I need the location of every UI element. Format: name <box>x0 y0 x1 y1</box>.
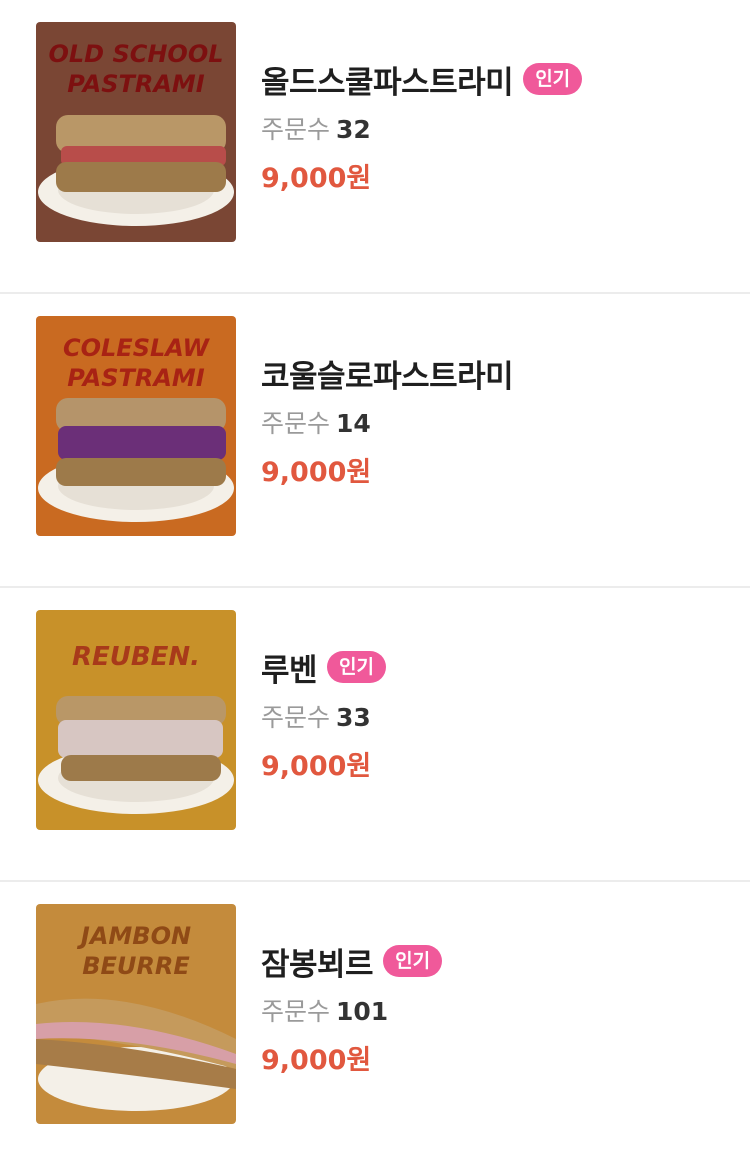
order-count-label: 주문수 <box>261 703 331 732</box>
svg-text:REUBEN.: REUBEN. <box>72 642 200 672</box>
menu-item-info: 잠봉뵈르 인기 주문수 101 9,000원 <box>261 936 443 1084</box>
popular-badge: 인기 <box>383 945 443 977</box>
menu-list: OLD SCHOOL PASTRAMI 올드스쿨파스트라미 인기 주문수 32 9… <box>0 0 750 1176</box>
order-count-value: 14 <box>336 409 371 438</box>
menu-item-name: 코울슬로파스트라미 <box>261 358 514 395</box>
order-count-label: 주문수 <box>261 409 331 438</box>
menu-item-info: 루벤 인기 주문수 33 9,000원 <box>261 642 387 790</box>
order-count: 주문수 32 <box>261 110 582 150</box>
svg-text:COLESLAW: COLESLAW <box>63 334 211 362</box>
menu-item-name: 잠봉뵈르 <box>261 946 374 983</box>
menu-item-price: 9,000원 <box>261 163 372 194</box>
menu-item-price: 9,000원 <box>261 751 372 782</box>
menu-item-info: 올드스쿨파스트라미 인기 주문수 32 9,000원 <box>261 54 583 202</box>
order-count: 주문수 33 <box>261 698 386 738</box>
order-count: 주문수 101 <box>261 992 442 1032</box>
svg-text:OLD SCHOOL: OLD SCHOOL <box>48 40 223 68</box>
menu-item[interactable]: JAMBON BEURRE 잠봉뵈르 인기 주문수 101 9,000원 <box>0 882 750 1176</box>
order-count-label: 주문수 <box>261 115 331 144</box>
menu-item-photo: JAMBON BEURRE <box>36 904 236 1124</box>
svg-text:JAMBON: JAMBON <box>77 922 191 950</box>
menu-item-photo: OLD SCHOOL PASTRAMI <box>36 22 236 242</box>
menu-item[interactable]: OLD SCHOOL PASTRAMI 올드스쿨파스트라미 인기 주문수 32 9… <box>0 0 750 294</box>
menu-item-photo: REUBEN. <box>36 610 236 830</box>
menu-item[interactable]: COLESLAW PASTRAMI 코울슬로파스트라미 주문수 14 9,000원 <box>0 294 750 588</box>
svg-text:BEURRE: BEURRE <box>82 952 190 980</box>
menu-item-name: 올드스쿨파스트라미 <box>261 64 514 101</box>
menu-item-price: 9,000원 <box>261 1045 372 1076</box>
menu-item-price: 9,000원 <box>261 457 372 488</box>
menu-item-name: 루벤 <box>261 652 318 689</box>
menu-item-info: 코울슬로파스트라미 주문수 14 9,000원 <box>261 348 514 496</box>
order-count-label: 주문수 <box>261 997 331 1026</box>
menu-item[interactable]: REUBEN. 루벤 인기 주문수 33 9,000원 <box>0 588 750 882</box>
order-count-value: 101 <box>336 997 389 1026</box>
menu-item-photo: COLESLAW PASTRAMI <box>36 316 236 536</box>
svg-text:PASTRAMI: PASTRAMI <box>67 70 205 98</box>
order-count-value: 33 <box>336 703 371 732</box>
order-count: 주문수 14 <box>261 404 513 444</box>
order-count-value: 32 <box>336 115 371 144</box>
popular-badge: 인기 <box>523 63 583 95</box>
svg-text:PASTRAMI: PASTRAMI <box>67 364 205 392</box>
popular-badge: 인기 <box>327 651 387 683</box>
